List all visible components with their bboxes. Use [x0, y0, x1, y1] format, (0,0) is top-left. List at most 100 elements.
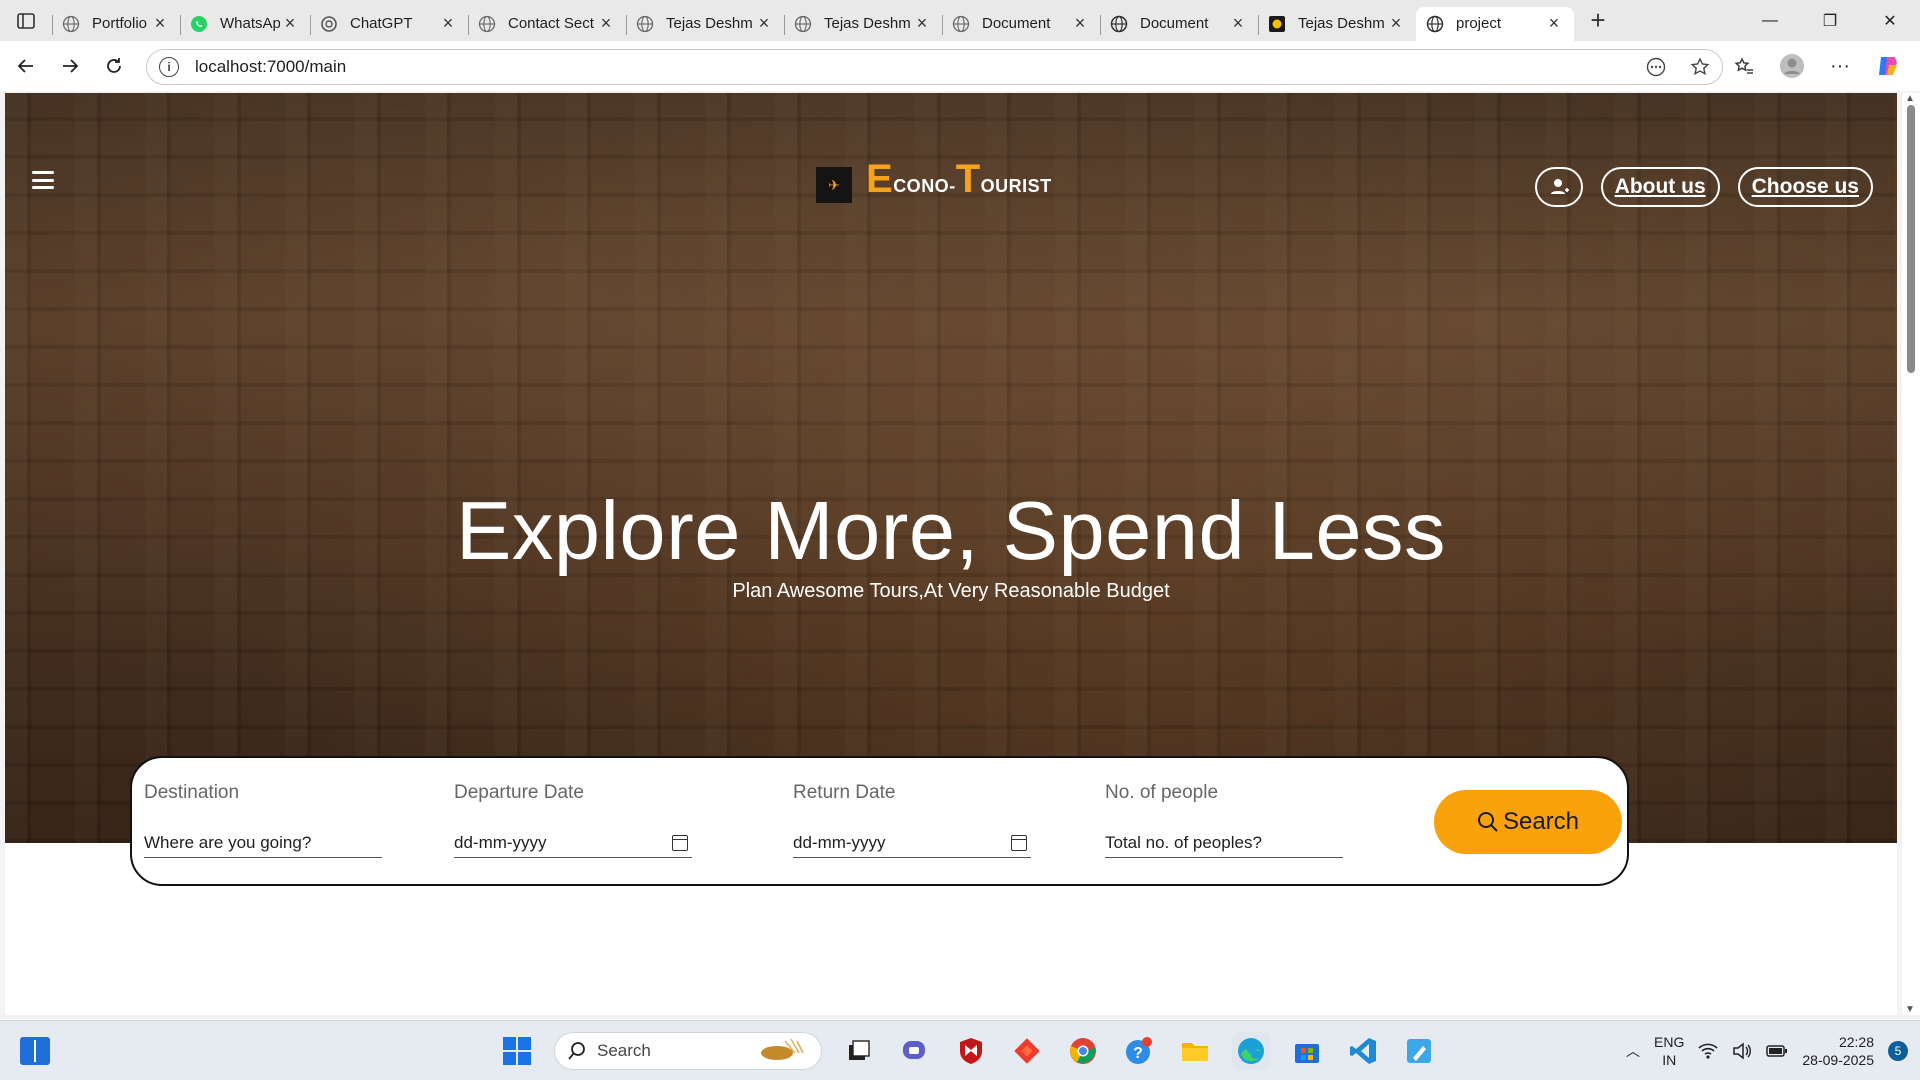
- widgets-icon[interactable]: [20, 1037, 50, 1065]
- search-icon: [1477, 812, 1498, 832]
- copilot-button[interactable]: [1868, 46, 1908, 86]
- url-text[interactable]: localhost:7000/main: [195, 57, 346, 77]
- calendar-icon[interactable]: [1011, 834, 1027, 851]
- teams-chat-icon[interactable]: [896, 1032, 934, 1070]
- people-count-field: No. of people Total no. of peoples?: [1105, 782, 1343, 858]
- close-tab-icon[interactable]: ×: [150, 13, 170, 34]
- departure-date-input[interactable]: dd-mm-yyyy: [454, 828, 692, 858]
- clock[interactable]: 22:28 28-09-2025: [1802, 1033, 1874, 1069]
- people-count-input[interactable]: Total no. of peoples?: [1105, 828, 1343, 858]
- new-tab-button[interactable]: +: [1578, 4, 1618, 38]
- scroll-down-icon[interactable]: ▼: [1905, 1004, 1915, 1015]
- chrome-icon[interactable]: [1064, 1032, 1102, 1070]
- people-count-placeholder: Total no. of peoples?: [1105, 832, 1262, 852]
- help-app-icon[interactable]: ?: [1120, 1032, 1158, 1070]
- tab-title: project: [1456, 15, 1502, 32]
- back-button[interactable]: [4, 44, 48, 88]
- reload-button[interactable]: [92, 44, 136, 88]
- choose-us-link[interactable]: Choose us: [1737, 167, 1873, 207]
- system-tray: ︿ ENG IN 22:28 28-09-2025 5: [1626, 1021, 1908, 1080]
- vscode-icon[interactable]: [1344, 1032, 1382, 1070]
- destination-input[interactable]: Where are you going?: [144, 828, 382, 858]
- toolbar-right: ···: [1724, 41, 1920, 91]
- site-brand[interactable]: ✈ ECONO-TOURIST: [816, 159, 1052, 203]
- chevron-up-icon[interactable]: ︿: [1626, 1041, 1640, 1061]
- plane-logo-icon: ✈: [816, 167, 852, 203]
- close-tab-icon[interactable]: ×: [438, 13, 458, 34]
- arrow-left-icon: [17, 59, 33, 73]
- browser-tab[interactable]: Tejas Deshm ×: [626, 7, 784, 41]
- close-tab-icon[interactable]: ×: [754, 13, 774, 34]
- restore-icon[interactable]: ❐: [1800, 0, 1860, 41]
- taskbar-search[interactable]: Search: [554, 1032, 822, 1070]
- close-tab-icon[interactable]: ×: [1544, 13, 1564, 34]
- globe-icon: [1426, 15, 1444, 33]
- language-indicator[interactable]: ENG IN: [1654, 1033, 1684, 1069]
- globe-icon: [1110, 15, 1128, 33]
- close-tab-icon[interactable]: ×: [280, 13, 300, 34]
- wifi-icon[interactable]: [1698, 1042, 1718, 1060]
- favorites-button[interactable]: [1724, 46, 1764, 86]
- favorite-star-icon[interactable]: [1690, 57, 1710, 77]
- tab-title: WhatsApp: [220, 15, 280, 32]
- mcafee-icon[interactable]: [952, 1032, 990, 1070]
- start-button[interactable]: [498, 1032, 536, 1070]
- edge-browser-icon[interactable]: [1232, 1032, 1270, 1070]
- paint-app-icon[interactable]: [1400, 1032, 1438, 1070]
- volume-icon[interactable]: [1732, 1042, 1752, 1060]
- more-options-circle-icon[interactable]: [1646, 57, 1666, 77]
- ellipsis-icon: ···: [1830, 54, 1850, 77]
- close-window-icon[interactable]: ✕: [1860, 0, 1920, 41]
- destination-placeholder: Where are you going?: [144, 832, 312, 852]
- close-tab-icon[interactable]: ×: [1070, 13, 1090, 34]
- lang-top: ENG: [1654, 1034, 1685, 1050]
- browser-tab[interactable]: Document ×: [1100, 7, 1258, 41]
- close-tab-icon[interactable]: ×: [1228, 13, 1248, 34]
- address-bar[interactable]: i localhost:7000/main: [146, 49, 1723, 85]
- tab-actions-button[interactable]: [0, 0, 52, 41]
- browser-tab-active[interactable]: project ×: [1416, 6, 1574, 41]
- whatsapp-icon: [190, 15, 208, 33]
- forward-button[interactable]: [48, 44, 92, 88]
- browser-tab[interactable]: Tejas Deshm ×: [1258, 7, 1416, 41]
- close-tab-icon[interactable]: ×: [912, 13, 932, 34]
- return-date-input[interactable]: dd-mm-yyyy: [793, 828, 1031, 858]
- browser-tab[interactable]: Contact Sect ×: [468, 7, 626, 41]
- browser-tab[interactable]: Tejas Deshm ×: [784, 7, 942, 41]
- calendar-icon[interactable]: [672, 834, 688, 851]
- trip-search-form: Destination Where are you going? Departu…: [130, 756, 1629, 886]
- user-account-button[interactable]: [1534, 167, 1583, 207]
- notification-badge[interactable]: 5: [1888, 1041, 1908, 1061]
- scrollbar-thumb[interactable]: [1907, 105, 1915, 373]
- scroll-up-icon[interactable]: ▲: [1905, 93, 1915, 104]
- about-us-link[interactable]: About us: [1600, 167, 1720, 207]
- microsoft-store-icon[interactable]: [1288, 1032, 1326, 1070]
- close-tab-icon[interactable]: ×: [596, 13, 616, 34]
- destination-label: Destination: [144, 782, 240, 803]
- window-controls: — ❐ ✕: [1740, 0, 1920, 41]
- search-highlight-icon: [755, 1035, 809, 1068]
- anydesk-icon[interactable]: [1008, 1032, 1046, 1070]
- chatgpt-icon: [320, 15, 338, 33]
- close-tab-icon[interactable]: ×: [1386, 13, 1406, 34]
- info-icon[interactable]: i: [159, 57, 179, 77]
- task-view-icon[interactable]: [840, 1032, 878, 1070]
- search-icon: [568, 1042, 585, 1060]
- browser-tab[interactable]: Document ×: [942, 7, 1100, 41]
- browser-tab[interactable]: WhatsApp ×: [180, 7, 310, 41]
- settings-menu-button[interactable]: ···: [1820, 46, 1860, 86]
- hero-section: ✈ ECONO-TOURIST About us Choose us Explo…: [5, 93, 1897, 843]
- browser-tab[interactable]: Portfolio ×: [52, 7, 180, 41]
- browser-tab[interactable]: ChatGPT ×: [310, 7, 468, 41]
- hamburger-menu-icon[interactable]: [32, 171, 54, 189]
- battery-icon[interactable]: [1766, 1044, 1788, 1058]
- brand-letter-t: T: [955, 157, 981, 201]
- file-explorer-icon[interactable]: [1176, 1032, 1214, 1070]
- search-button[interactable]: Search: [1434, 790, 1622, 854]
- page-scrollbar[interactable]: ▲ ▼: [1902, 93, 1920, 1015]
- profile-button[interactable]: [1772, 46, 1812, 86]
- tab-title: Contact Sect: [508, 15, 594, 32]
- minimize-icon[interactable]: —: [1740, 0, 1800, 41]
- return-date-placeholder: dd-mm-yyyy: [793, 832, 886, 852]
- tab-actions-icon: [17, 12, 35, 29]
